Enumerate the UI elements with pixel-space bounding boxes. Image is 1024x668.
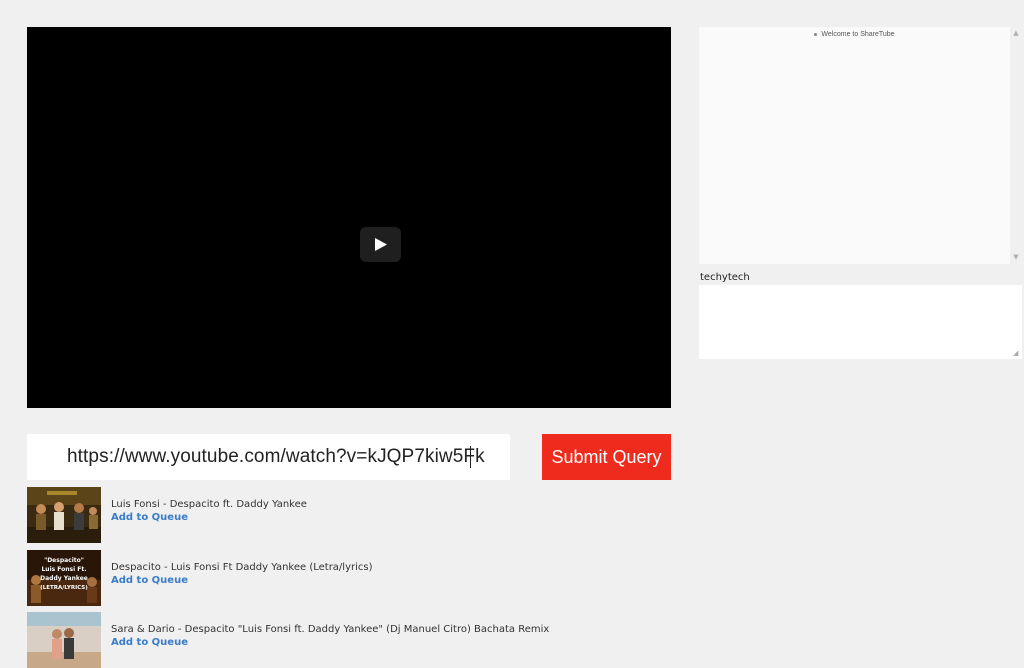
thumbnail-caption: (LETRA/LYRICS)	[40, 585, 88, 591]
video-url-input[interactable]	[27, 434, 510, 480]
result-title: Luis Fonsi - Despacito ft. Daddy Yankee	[111, 499, 307, 510]
video-thumbnail[interactable]	[27, 487, 101, 543]
chat-message-input[interactable]	[699, 285, 1022, 359]
chat-log: Welcome to ShareTube	[699, 27, 1010, 264]
play-button[interactable]	[360, 227, 401, 262]
scroll-up-icon[interactable]: ▲	[1012, 29, 1020, 37]
search-result: "Despacito" Luis Fonsi Ft. Daddy Yankee …	[27, 550, 687, 606]
video-thumbnail[interactable]	[27, 612, 101, 668]
chat-scrollbar[interactable]: ▲ ▼	[1010, 27, 1022, 264]
result-title: Sara & Dario - Despacito "Luis Fonsi ft.…	[111, 624, 550, 635]
add-to-queue-link[interactable]: Add to Queue	[111, 575, 188, 586]
thumbnail-caption: Daddy Yankee	[40, 575, 88, 582]
add-to-queue-link[interactable]: Add to Queue	[111, 637, 188, 648]
text-caret	[470, 446, 471, 468]
video-thumbnail[interactable]: "Despacito" Luis Fonsi Ft. Daddy Yankee …	[27, 550, 101, 606]
result-title: Despacito - Luis Fonsi Ft Daddy Yankee (…	[111, 562, 373, 573]
chat-message: Welcome to ShareTube	[699, 31, 1010, 38]
search-result: Luis Fonsi - Despacito ft. Daddy Yankee …	[27, 487, 687, 543]
thumbnail-caption: Luis Fonsi Ft.	[41, 566, 86, 573]
scroll-down-icon[interactable]: ▼	[1012, 253, 1020, 261]
submit-query-button[interactable]: Submit Query	[542, 434, 671, 480]
search-result: Sara & Dario - Despacito "Luis Fonsi ft.…	[27, 612, 687, 668]
play-icon	[375, 238, 387, 251]
video-player[interactable]	[27, 27, 671, 408]
chat-username: techytech	[700, 272, 750, 283]
thumbnail-caption: "Despacito"	[44, 557, 84, 564]
sharetube-page: Welcome to ShareTube ▲ ▼ techytech ◢ Sub…	[0, 0, 1024, 668]
add-to-queue-link[interactable]: Add to Queue	[111, 512, 188, 523]
resize-grip-icon[interactable]: ◢	[1013, 350, 1020, 357]
